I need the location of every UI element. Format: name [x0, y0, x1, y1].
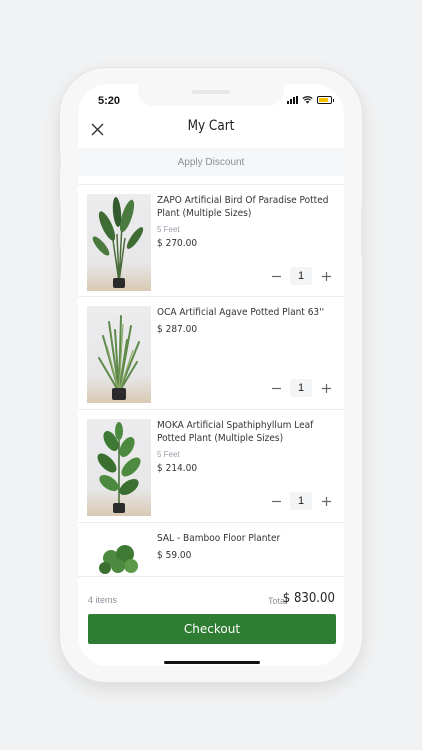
- side-button: [57, 152, 61, 170]
- cart-item: ZAPO Artificial Bird Of Paradise Potted …: [78, 184, 344, 297]
- item-variant: 5 Feet: [157, 225, 180, 234]
- plus-icon: [321, 271, 331, 281]
- item-variant: 5 Feet: [157, 450, 180, 459]
- apply-discount-button[interactable]: Apply Discount: [78, 148, 344, 176]
- item-price: $ 59.00: [157, 550, 192, 561]
- cart-list[interactable]: ZAPO Artificial Bird Of Paradise Potted …: [78, 184, 344, 576]
- decrease-button[interactable]: [268, 380, 284, 396]
- quantity-stepper: 1: [268, 492, 334, 510]
- page-title: My Cart: [187, 118, 235, 134]
- quantity-value[interactable]: 1: [290, 267, 312, 285]
- increase-button[interactable]: [318, 268, 334, 284]
- cart-footer: 4 items Total $ 830.00 Checkout: [78, 576, 344, 666]
- items-count: 4 items: [88, 595, 118, 605]
- status-time: 5:20: [98, 95, 121, 107]
- side-button: [361, 206, 365, 256]
- app-screen: 5:20 My Cart Apply Discount ZAPO Artific…: [78, 84, 344, 666]
- notch: [138, 84, 284, 106]
- side-button: [57, 200, 61, 234]
- wifi-icon: [302, 96, 313, 104]
- battery-icon: [317, 96, 334, 104]
- total-value: $ 830.00: [282, 591, 335, 606]
- cart-item: MOKA Artificial Spathiphyllum Leaf Potte…: [78, 410, 344, 523]
- increase-button[interactable]: [318, 493, 334, 509]
- increase-button[interactable]: [318, 380, 334, 396]
- status-icons: [287, 96, 334, 104]
- item-name[interactable]: OCA Artificial Agave Potted Plant 63'': [157, 306, 335, 319]
- quantity-value[interactable]: 1: [290, 492, 312, 510]
- product-image: [87, 306, 151, 403]
- item-name[interactable]: SAL - Bamboo Floor Planter: [157, 532, 335, 545]
- minus-icon: [271, 275, 281, 277]
- item-price: $ 270.00: [157, 238, 198, 249]
- plus-icon: [321, 383, 331, 393]
- home-indicator[interactable]: [164, 661, 260, 664]
- checkout-button[interactable]: Checkout: [88, 614, 336, 644]
- product-image: [87, 532, 151, 576]
- item-price: $ 214.00: [157, 463, 198, 474]
- quantity-stepper: 1: [268, 379, 334, 397]
- product-image: [87, 419, 151, 516]
- plus-icon: [321, 496, 331, 506]
- quantity-value[interactable]: 1: [290, 379, 312, 397]
- side-button: [57, 246, 61, 280]
- item-price: $ 287.00: [157, 324, 198, 335]
- minus-icon: [271, 500, 281, 502]
- item-name[interactable]: ZAPO Artificial Bird Of Paradise Potted …: [157, 194, 335, 220]
- decrease-button[interactable]: [268, 493, 284, 509]
- cart-item: OCA Artificial Agave Potted Plant 63'' $…: [78, 297, 344, 410]
- cart-item: SAL - Bamboo Floor Planter $ 59.00: [78, 523, 344, 576]
- decrease-button[interactable]: [268, 268, 284, 284]
- product-image: [87, 194, 151, 291]
- apply-discount-label: Apply Discount: [177, 156, 245, 168]
- header: My Cart: [78, 110, 344, 148]
- signal-icon: [287, 96, 298, 104]
- item-name[interactable]: MOKA Artificial Spathiphyllum Leaf Potte…: [157, 419, 335, 445]
- minus-icon: [271, 387, 281, 389]
- quantity-stepper: 1: [268, 267, 334, 285]
